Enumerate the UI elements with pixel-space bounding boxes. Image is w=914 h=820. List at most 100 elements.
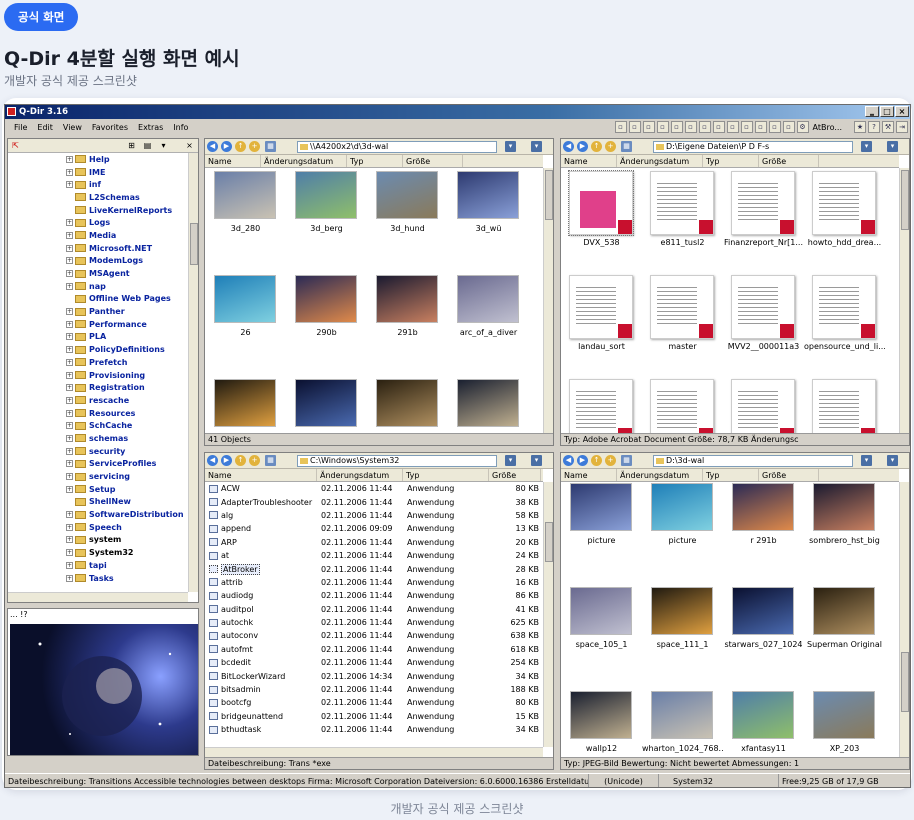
menu-extras[interactable]: Extras [133, 120, 168, 136]
tree-item[interactable]: + IME [8, 166, 198, 179]
toolbar-process-label[interactable]: AtBro... [811, 123, 852, 132]
tree-item[interactable]: + Panther [8, 305, 198, 318]
expand-toggle-icon[interactable]: + [66, 219, 73, 227]
thumbnail-item[interactable]: sombrero_hst_big [804, 482, 885, 584]
tree-item[interactable]: Offline Web Pages [8, 293, 198, 306]
layout-7-icon[interactable]: ▫ [698, 121, 711, 133]
layout-9-icon[interactable]: ▫ [726, 121, 739, 133]
layout-10-icon[interactable]: ▫ [740, 121, 753, 133]
tree-item[interactable]: + inf [8, 178, 198, 191]
expand-toggle-icon[interactable]: + [66, 409, 73, 417]
expand-toggle-icon[interactable]: + [66, 422, 73, 430]
back-icon[interactable]: ◀ [563, 141, 574, 152]
col-name[interactable]: Name [561, 155, 617, 167]
tree-doc-icon[interactable]: ▤ [142, 140, 153, 151]
file-row[interactable]: at 02.11.2006 11:44 Anwendung 24 KB [205, 549, 543, 562]
file-row[interactable]: AdapterTroubleshooter 02.11.2006 11:44 Anw… [205, 495, 543, 508]
tree-item[interactable]: + PolicyDefinitions [8, 343, 198, 356]
col-type[interactable]: Typ [703, 469, 759, 481]
document-item[interactable]: howto_hdd_drea... [804, 168, 885, 272]
tree-item[interactable]: + Media [8, 229, 198, 242]
expand-toggle-icon[interactable]: + [66, 155, 73, 163]
tree-item[interactable]: + Provisioning [8, 369, 198, 382]
tree-pin-icon[interactable]: ⇱ [10, 140, 21, 151]
document-item[interactable]: MVV2__000011a3 [723, 272, 804, 376]
file-row[interactable]: autochk 02.11.2006 11:44 Anwendung 625 KB [205, 616, 543, 629]
document-item[interactable] [642, 376, 723, 433]
file-row[interactable]: audiodg 02.11.2006 11:44 Anwendung 86 KB [205, 589, 543, 602]
expand-toggle-icon[interactable]: + [66, 384, 73, 392]
tree-item[interactable]: + MSAgent [8, 267, 198, 280]
thumbnail-item[interactable]: starwars_027_1024 [723, 584, 804, 688]
col-name[interactable]: Name [205, 469, 317, 481]
pane-br-vscrollbar[interactable] [899, 482, 909, 757]
pane-bl-options-icon[interactable]: ▾ [531, 455, 542, 466]
thumbnail-item[interactable] [205, 376, 286, 433]
document-item[interactable]: master [642, 272, 723, 376]
tree-item[interactable]: + PLA [8, 331, 198, 344]
tree-item[interactable]: + ServiceProfiles [8, 458, 198, 471]
title-bar[interactable]: Q-Dir 3.16 ‗ □ × [5, 105, 910, 119]
tree-hscrollbar[interactable] [8, 592, 188, 602]
document-item[interactable]: landau_sort [561, 272, 642, 376]
tree-item[interactable]: ShellNew [8, 496, 198, 509]
tree-item[interactable]: + SoftwareDistribution [8, 508, 198, 521]
new-folder-icon[interactable]: + [605, 141, 616, 152]
col-name[interactable]: Name [205, 155, 261, 167]
maximize-button[interactable]: □ [880, 106, 894, 117]
thumbnail-item[interactable]: 26 [205, 272, 286, 376]
thumbnail-item[interactable]: r 291b [723, 482, 804, 584]
document-item[interactable] [804, 376, 885, 433]
tree-item[interactable]: + Performance [8, 318, 198, 331]
thumbnail-item[interactable]: XP_203 [804, 688, 885, 757]
file-row[interactable]: attrib 02.11.2006 11:44 Anwendung 16 KB [205, 576, 543, 589]
up-folder-icon[interactable]: ↑ [235, 141, 246, 152]
thumbnail-item[interactable]: 3d_hund [367, 168, 448, 272]
thumbnail-item[interactable]: wallp12 [561, 688, 642, 757]
settings-icon[interactable]: ⚒ [882, 121, 894, 133]
pane-br-menu-icon[interactable]: ▾ [861, 455, 872, 466]
col-name[interactable]: Name [561, 469, 617, 481]
tree-item[interactable]: + Tasks [8, 572, 198, 585]
menu-favorites[interactable]: Favorites [87, 120, 133, 136]
back-icon[interactable]: ◀ [563, 455, 574, 466]
expand-toggle-icon[interactable]: + [66, 447, 73, 455]
layout-5-icon[interactable]: ▫ [670, 121, 683, 133]
tree-item[interactable]: + ModemLogs [8, 255, 198, 268]
tree-item[interactable]: + servicing [8, 470, 198, 483]
layout-12-icon[interactable]: ▫ [768, 121, 781, 133]
thumbnail-item[interactable]: space_105_1 [561, 584, 642, 688]
layout-4-icon[interactable]: ▫ [656, 121, 669, 133]
expand-toggle-icon[interactable]: + [66, 270, 73, 278]
forward-icon[interactable]: ▶ [221, 455, 232, 466]
expand-toggle-icon[interactable]: + [66, 257, 73, 265]
layout-1-icon[interactable]: ▫ [614, 121, 627, 133]
pane-br-path[interactable]: D:\3d-wal [653, 455, 853, 467]
thumbnail-item[interactable]: xfantasy11 [723, 688, 804, 757]
tree-item[interactable]: + security [8, 445, 198, 458]
tree-item[interactable]: L2Schemas [8, 191, 198, 204]
expand-toggle-icon[interactable]: + [66, 282, 73, 290]
forward-icon[interactable]: ▶ [577, 455, 588, 466]
document-item[interactable]: e811_tusl2 [642, 168, 723, 272]
expand-toggle-icon[interactable]: + [66, 244, 73, 252]
expand-toggle-icon[interactable]: + [66, 320, 73, 328]
expand-toggle-icon[interactable]: + [66, 346, 73, 354]
tree-item[interactable]: + schemas [8, 432, 198, 445]
document-item[interactable]: DVX_538 [561, 168, 642, 272]
pane-bl-path[interactable]: C:\Windows\System32 [297, 455, 497, 467]
tree-item[interactable]: LiveKernelReports [8, 204, 198, 217]
col-date[interactable]: Änderungsdatum [617, 155, 703, 167]
tree-item[interactable]: + nap [8, 280, 198, 293]
minimize-button[interactable]: ‗ [865, 106, 879, 117]
up-folder-icon[interactable]: ↑ [235, 455, 246, 466]
menu-info[interactable]: Info [168, 120, 193, 136]
expand-toggle-icon[interactable]: + [66, 333, 73, 341]
layout-6-icon[interactable]: ▫ [684, 121, 697, 133]
col-size[interactable]: Größe [759, 155, 819, 167]
pane-tr-vscrollbar[interactable] [899, 168, 909, 433]
process-icon[interactable]: ⚙ [796, 121, 809, 133]
thumbnail-item[interactable]: wharton_1024_768... [642, 688, 723, 757]
expand-toggle-icon[interactable]: + [66, 561, 73, 569]
col-date[interactable]: Änderungsdatum [317, 469, 403, 481]
